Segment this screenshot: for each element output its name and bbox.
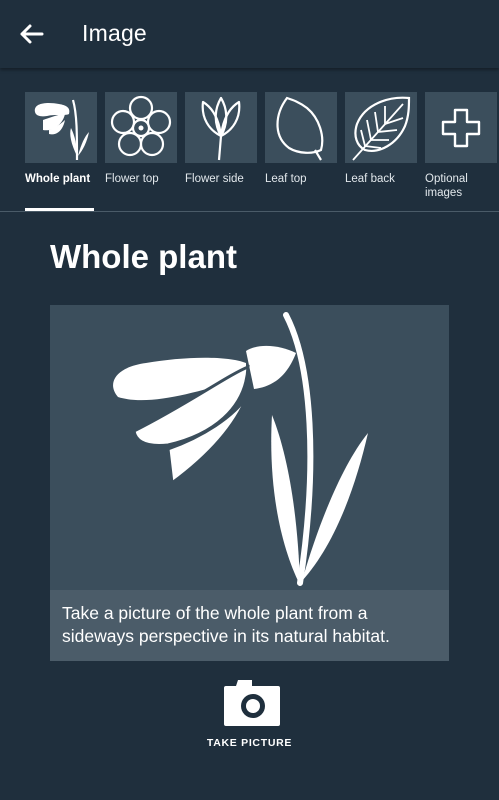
- camera-icon: [224, 680, 280, 726]
- tab-label: Whole plant: [25, 173, 91, 185]
- plus-icon: [441, 108, 481, 148]
- tab-whole-plant[interactable]: Whole plant: [25, 88, 103, 212]
- leaf-back-icon: [352, 96, 411, 161]
- tab-label: Flower top: [105, 173, 159, 185]
- tab-leaf-top[interactable]: Leaf top: [265, 88, 343, 212]
- tab-thumbnail: [185, 92, 257, 163]
- tab-label: Flower side: [185, 173, 244, 185]
- tab-label: Leaf back: [345, 173, 395, 185]
- tab-thumbnail: [425, 92, 497, 163]
- tab-thumbnail: [105, 92, 177, 163]
- app-bar: Image: [0, 0, 499, 68]
- tab-leaf-back[interactable]: Leaf back: [345, 88, 423, 212]
- tab-flower-top[interactable]: Flower top: [105, 88, 183, 212]
- arrow-back-icon: [20, 24, 44, 44]
- page-title: Image: [82, 20, 147, 46]
- tabs-divider: [0, 211, 499, 212]
- section-title: Whole plant: [50, 238, 237, 275]
- take-picture-button[interactable]: [222, 676, 282, 728]
- leaf-top-icon: [276, 96, 324, 161]
- flower-top-icon: [110, 95, 172, 157]
- tab-thumbnail: [25, 92, 97, 163]
- tab-flower-side[interactable]: Flower side: [185, 88, 263, 212]
- flower-side-icon: [201, 96, 241, 161]
- tab-thumbnail: [345, 92, 417, 163]
- whole-plant-icon: [34, 99, 89, 161]
- image-type-tabs: Whole plant Flower top Flower side Leaf …: [0, 88, 499, 212]
- back-button[interactable]: [16, 18, 48, 50]
- instruction-caption: Take a picture of the whole plant from a…: [50, 590, 449, 661]
- tab-label: Optional images: [425, 173, 468, 199]
- tab-label: Leaf top: [265, 173, 307, 185]
- tab-optional-images[interactable]: Optional images: [425, 88, 499, 212]
- tab-thumbnail: [265, 92, 337, 163]
- take-picture-label[interactable]: TAKE PICTURE: [0, 737, 499, 749]
